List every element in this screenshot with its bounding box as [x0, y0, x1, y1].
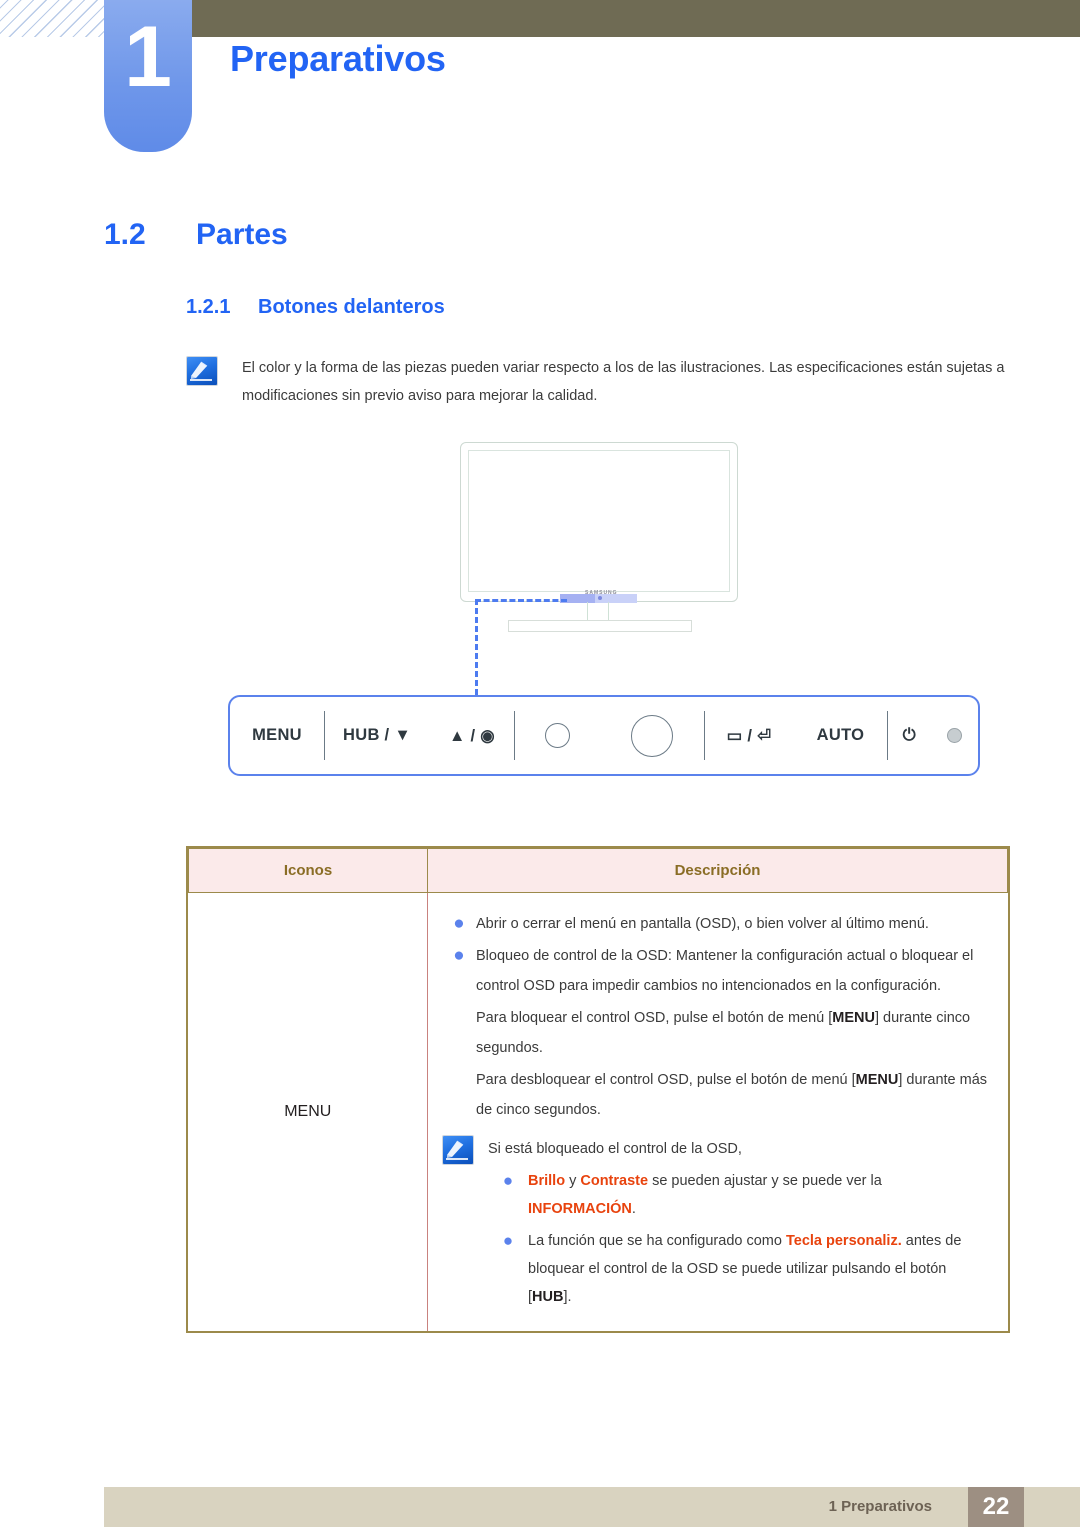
list-item-text: Brillo y Contraste se pueden ajustar y s… — [528, 1167, 994, 1223]
unlock-instruction-before: Para desbloquear el control OSD, pulse e… — [476, 1072, 856, 1088]
highlight-brillo: Brillo — [528, 1173, 566, 1189]
large-circle-button[interactable] — [631, 714, 674, 757]
column-header-icons: Iconos — [188, 848, 428, 893]
power-led-indicator — [947, 728, 963, 743]
bullet-dot-icon: ● — [502, 1171, 514, 1190]
icons-description-table: Iconos Descripción MENU ● Abrir o cerrar… — [186, 846, 1010, 1333]
list-item-text: Abrir o cerrar el menú en pantalla (OSD)… — [476, 916, 929, 932]
sub-bullet-mid-text: se pueden ajustar y se puede ver la — [648, 1173, 882, 1189]
sub-bullet-tail: ]. — [563, 1289, 572, 1305]
section-number: 1.2 — [104, 218, 146, 251]
lock-instruction-before: Para bloquear el control OSD, pulse el b… — [476, 1010, 833, 1026]
front-monitor-illustration: SAMSUNG — [440, 430, 770, 704]
hub-down-button[interactable]: HUB / ▼ — [343, 726, 411, 745]
highlight-informacion: INFORMACIÓN — [528, 1201, 632, 1217]
menu-key-reference: MENU — [832, 1010, 875, 1026]
header-hatch-pattern — [0, 0, 112, 37]
list-item: ● La función que se ha configurado como … — [488, 1227, 994, 1311]
row-icon-label: MENU — [188, 892, 428, 1331]
note-block: El color y la forma de las piezas pueden… — [186, 354, 1006, 410]
section-title: Partes — [196, 218, 288, 251]
inner-note-body: Si está bloqueado el control de la OSD, … — [488, 1135, 994, 1311]
monitor-button-dot — [598, 596, 602, 600]
samsung-logo: SAMSUNG — [585, 590, 618, 596]
header-olive-bar — [190, 0, 1080, 37]
menu-button[interactable]: MENU — [252, 726, 302, 745]
auto-button[interactable]: AUTO — [817, 726, 865, 745]
list-item: ● Brillo y Contraste se pueden ajustar y… — [488, 1167, 994, 1223]
list-item: ● Bloqueo de control de la OSD: Mantener… — [442, 941, 994, 1001]
up-customkey-button[interactable]: ▲ / ◉ — [449, 726, 495, 746]
menu-group: MENU — [230, 697, 324, 774]
footer-chapter-label: 1 Preparativos — [828, 1498, 932, 1515]
section-heading-1-2-1: 1.2.1 Botones delanteros — [186, 296, 445, 319]
circles-group — [514, 697, 704, 774]
conjunction-y: y — [565, 1173, 581, 1189]
inner-note-icon-wrap — [442, 1135, 488, 1311]
small-circle-button[interactable] — [544, 723, 570, 748]
callout-dashed-horizontal — [475, 599, 567, 602]
callout-dashed-vertical — [475, 599, 478, 704]
note-text: El color y la forma de las piezas pueden… — [242, 360, 1005, 404]
hub-key-reference: HUB — [532, 1289, 564, 1305]
monitor-base — [508, 620, 692, 632]
footer-bar — [104, 1487, 1080, 1527]
note-pencil-icon — [186, 356, 218, 386]
unlock-instruction-paragraph: Para desbloquear el control OSD, pulse e… — [476, 1065, 994, 1125]
table-row: MENU ● Abrir o cerrar el menú en pantall… — [188, 892, 1008, 1331]
source-enter-auto-group: ▭ / ⏎ AUTO — [704, 697, 887, 774]
power-button[interactable]: ⏻ — [903, 726, 916, 745]
list-item-text: Bloqueo de control de la OSD: Mantener l… — [476, 948, 974, 994]
table-header-row: Iconos Descripción — [188, 848, 1008, 893]
list-item: ● Abrir o cerrar el menú en pantalla (OS… — [442, 909, 994, 939]
sub-bullet-tail: . — [631, 1201, 636, 1217]
front-control-panel: MENU HUB / ▼ ▲ / ◉ ▭ / ⏎ AUTO ⏻ — [228, 695, 980, 776]
bullet-dot-icon: ● — [453, 913, 465, 934]
menu-key-reference: MENU — [855, 1072, 899, 1088]
chapter-tab: 1 — [104, 0, 192, 152]
monitor-screen — [468, 450, 730, 592]
subsection-number: 1.2.1 — [186, 296, 231, 318]
note-pencil-icon — [442, 1135, 474, 1165]
sub-bullet-pre: La función que se ha configurado como — [528, 1233, 786, 1249]
inner-note-block: Si está bloqueado el control de la OSD, … — [442, 1135, 994, 1311]
inner-note-heading: Si está bloqueado el control de la OSD, — [488, 1141, 742, 1157]
bullet-dot-icon: ● — [453, 945, 465, 966]
chapter-title: Preparativos — [230, 38, 446, 79]
row-description-cell: ● Abrir o cerrar el menú en pantalla (OS… — [427, 892, 1008, 1331]
bullet-dot-icon: ● — [502, 1231, 514, 1250]
chapter-number: 1 — [124, 9, 172, 105]
highlight-tecla-personaliz: Tecla personaliz. — [785, 1233, 902, 1249]
subsection-title: Botones delanteros — [258, 296, 445, 318]
highlight-contraste: Contraste — [580, 1173, 649, 1189]
source-enter-button[interactable]: ▭ / ⏎ — [727, 726, 772, 746]
page-number-badge: 22 — [968, 1487, 1024, 1527]
column-header-description: Descripción — [427, 848, 1008, 893]
section-heading-1-2: 1.2 Partes — [104, 218, 288, 252]
power-group: ⏻ — [887, 697, 978, 774]
list-item-text: La función que se ha configurado como Te… — [528, 1227, 994, 1311]
hub-updown-group: HUB / ▼ ▲ / ◉ — [324, 697, 514, 774]
lock-instruction-paragraph: Para bloquear el control OSD, pulse el b… — [476, 1003, 994, 1063]
